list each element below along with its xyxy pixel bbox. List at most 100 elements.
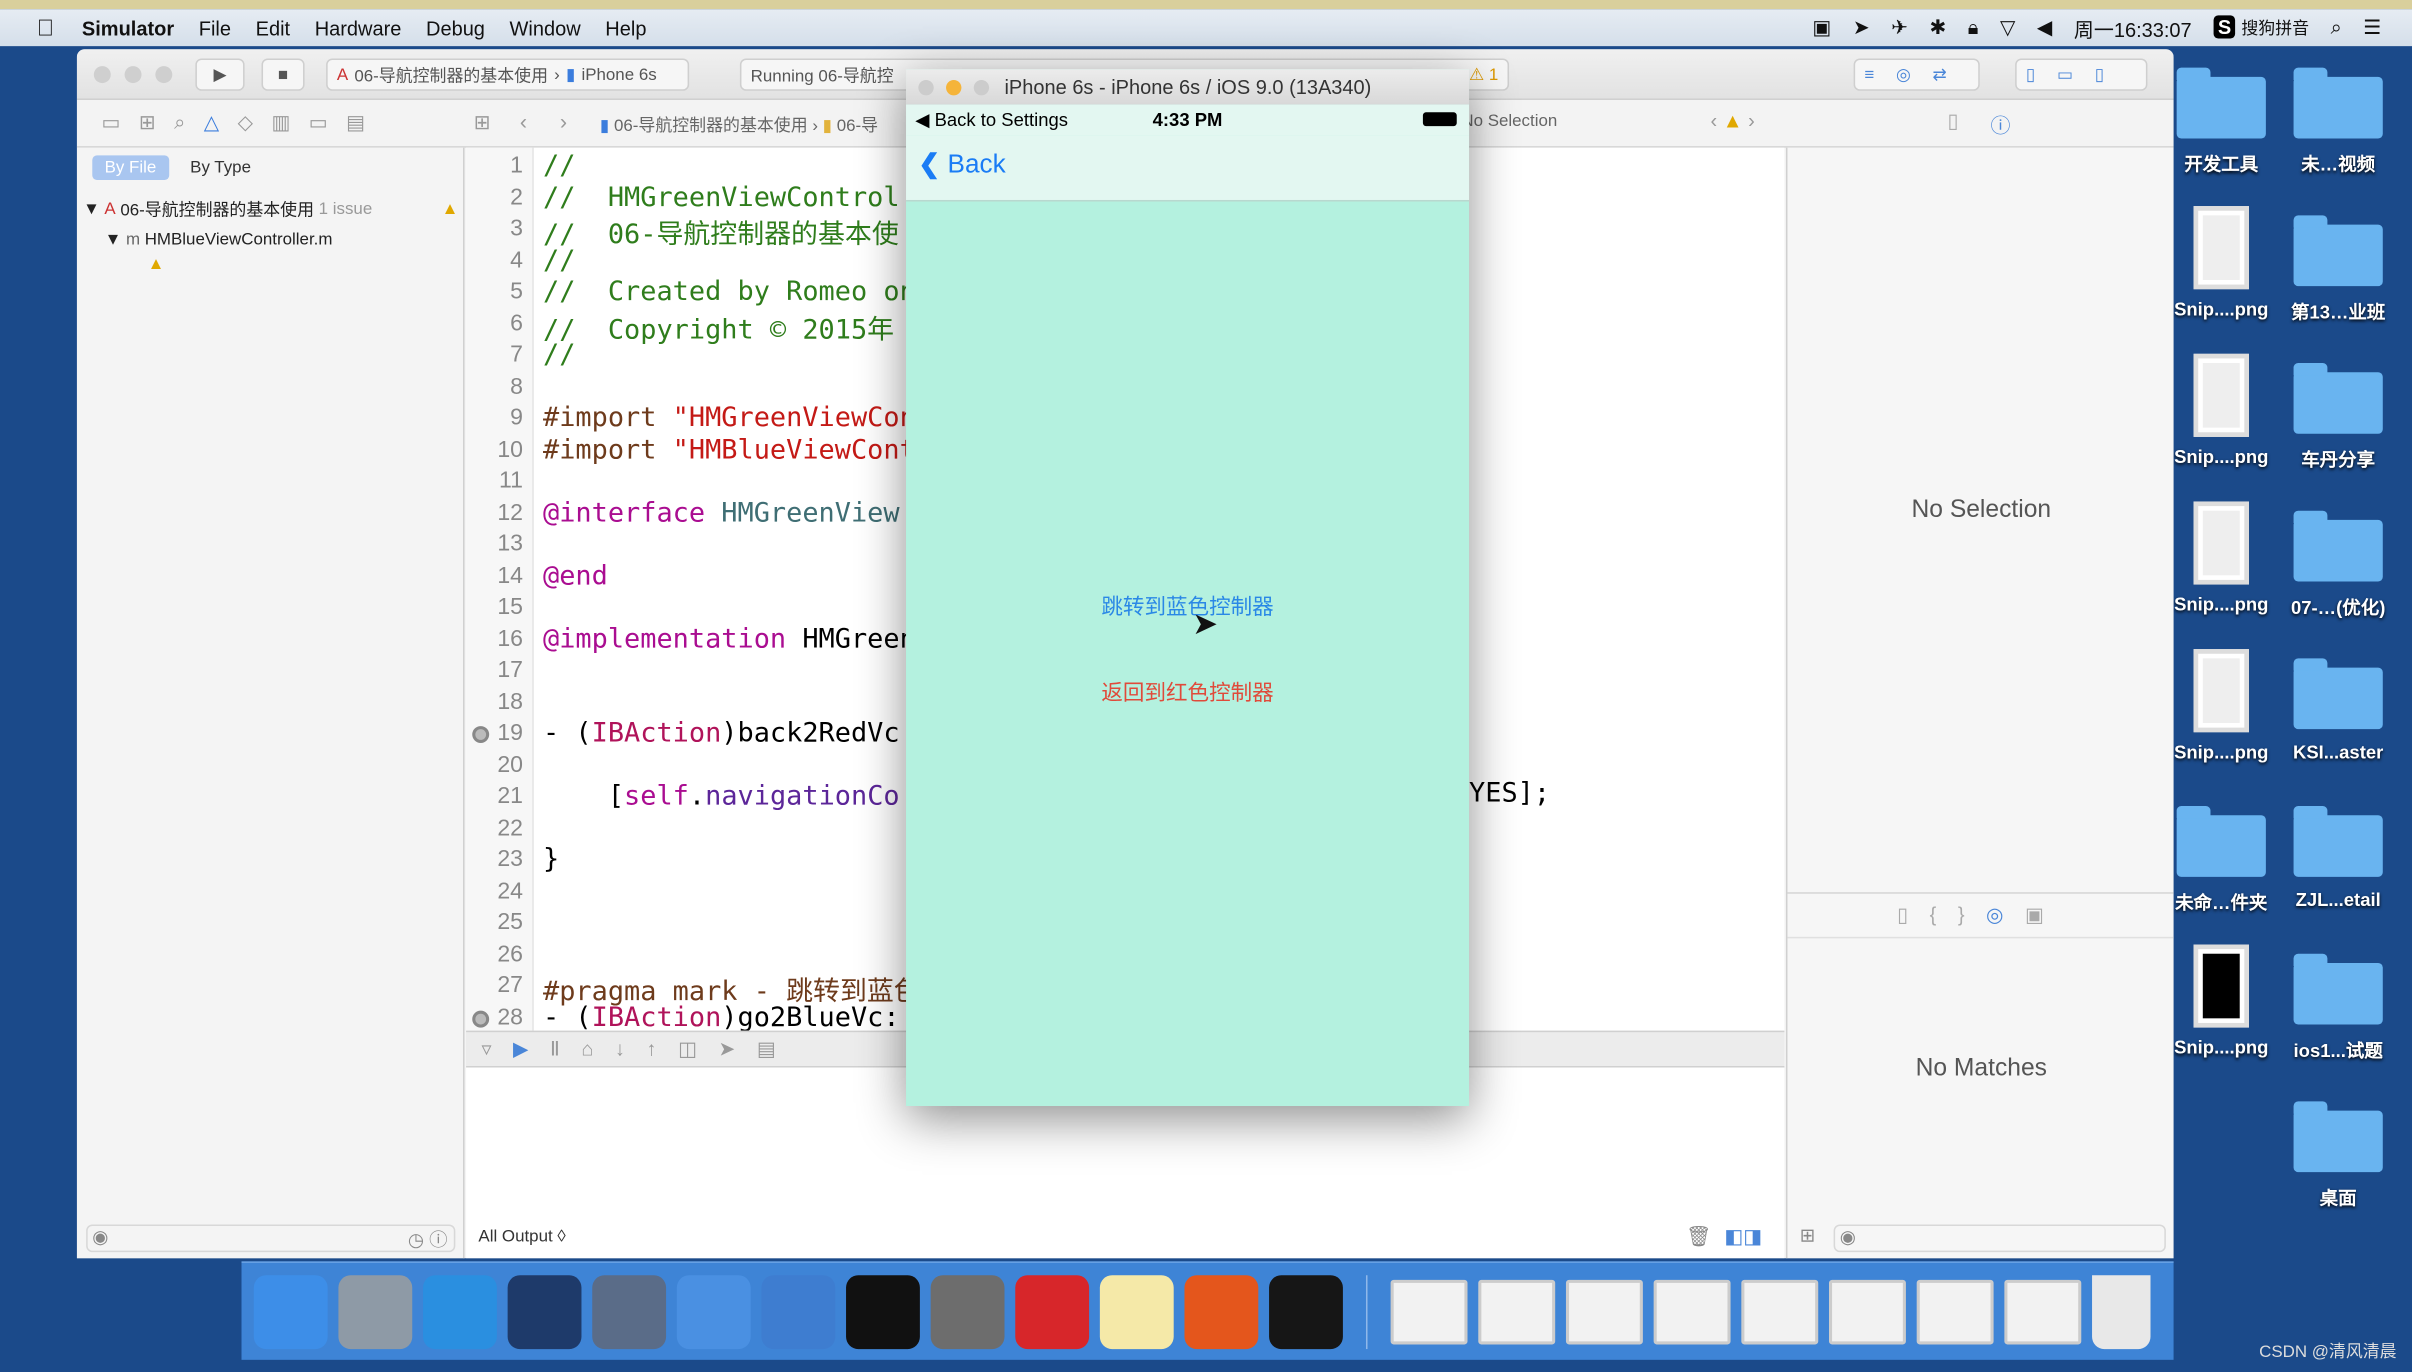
minimized-window-icon[interactable] [1829, 1279, 1906, 1344]
issue-nav-controls[interactable]: ‹ ▲ › [1711, 109, 1755, 132]
library-grid-toggle-icon[interactable]: ⊞ [1800, 1224, 1815, 1246]
instruments-icon[interactable] [761, 1274, 836, 1349]
desktop-item[interactable]: Snip....png [2161, 353, 2281, 468]
imovie-icon[interactable] [592, 1274, 667, 1349]
minimized-window-icon[interactable] [1916, 1279, 1994, 1344]
trash-icon[interactable] [2092, 1274, 2151, 1349]
run-button[interactable]: ▶ [195, 58, 245, 91]
lock-icon[interactable]: 🔒︎ [1968, 15, 1979, 40]
toggle-debug-icon[interactable]: ▭ [2057, 65, 2073, 84]
jump-folder[interactable]: 06-导 [837, 117, 878, 135]
library-filter-field[interactable]: ◉ [1833, 1224, 2166, 1253]
minimized-window-icon[interactable] [1478, 1279, 1556, 1344]
wifi-icon[interactable]: ▽ [2000, 15, 2015, 40]
desktop-item[interactable]: Snip....png [2161, 944, 2281, 1058]
desktop-item[interactable]: 07-…(优化) [2278, 501, 2398, 619]
system-preferences-icon[interactable] [930, 1274, 1005, 1349]
menu-help[interactable]: Help [605, 16, 646, 39]
back-red-button[interactable]: 返回到红色控制器 [906, 677, 1469, 708]
desktop-item[interactable]: 未…视频 [2278, 58, 2398, 176]
file-inspector-icon[interactable]: ▯ [1947, 109, 1958, 134]
close-button[interactable] [93, 66, 111, 84]
desktop-item[interactable]: KSI...aster [2278, 649, 2398, 763]
file-row[interactable]: ▼ m HMBlueViewController.m [83, 225, 458, 256]
trash-console-icon[interactable]: 🗑︎ [1686, 1224, 1711, 1249]
airplane-icon[interactable]: ✈ [1891, 15, 1908, 40]
recent-filter-icons[interactable]: ◷ ⓘ [408, 1226, 448, 1252]
menu-app[interactable]: Simulator [82, 16, 174, 39]
back-nav-icon[interactable]: ‹ [520, 109, 527, 134]
bluetooth-icon[interactable]: ✱ [1929, 15, 1946, 40]
desktop-item[interactable]: 车丹分享 [2278, 354, 2398, 472]
back-button[interactable]: ❮ Back [918, 149, 1005, 180]
desktop-item[interactable]: ios1...试题 [2278, 944, 2398, 1062]
project-row[interactable]: ▼ A 06-导航控制器的基本使用 1 issue ▲ [83, 194, 458, 225]
tab-by-type[interactable]: By Type [178, 155, 263, 180]
forward-nav-icon[interactable]: › [560, 109, 567, 134]
related-items-icon[interactable]: ⊞ [474, 111, 491, 136]
close-button[interactable] [918, 79, 934, 95]
desktop-item[interactable]: Snip....png [2161, 206, 2281, 320]
minimized-window-icon[interactable] [1741, 1279, 1819, 1344]
console-layout-icons[interactable]: ◧◨ [1724, 1224, 1762, 1249]
desktop-item[interactable]: Snip....png [2161, 649, 2281, 763]
minimized-window-icon[interactable] [1390, 1279, 1468, 1344]
menu-window[interactable]: Window [510, 16, 581, 39]
minimized-window-icon[interactable] [1565, 1279, 1643, 1344]
output-filter-popup[interactable]: All Output ◊ [478, 1228, 565, 1246]
launchpad-icon[interactable] [338, 1274, 413, 1349]
notes-icon[interactable] [1099, 1274, 1174, 1349]
tab-by-file[interactable]: By File [92, 155, 169, 180]
desktop-item[interactable]: ZJL...etail [2278, 797, 2398, 911]
spotlight-icon[interactable]: ⌕ [2331, 15, 2342, 40]
xcode-icon[interactable] [676, 1274, 751, 1349]
minimized-window-icon[interactable] [1653, 1279, 1731, 1344]
desktop-item[interactable]: Snip....png [2161, 501, 2281, 615]
menu-hardware[interactable]: Hardware [315, 16, 402, 39]
desktop-item[interactable]: 未命…件夹 [2161, 797, 2281, 915]
ibaction-connection-icon[interactable] [472, 1009, 490, 1027]
navigator-tabs[interactable]: ▭⊞⌕△◇▥▭▤ [102, 111, 384, 136]
powerpoint-like-icon[interactable] [1184, 1274, 1259, 1349]
disclosure-icon[interactable]: ▼ [83, 200, 100, 218]
minimized-window-icon[interactable] [2004, 1279, 2082, 1344]
notification-center-icon[interactable]: ☰ [2363, 15, 2381, 40]
desktop-item[interactable]: 开发工具 [2161, 58, 2281, 176]
debug-controls[interactable]: ▿▶Ⅱ⌂↓↑◫➤▤ [481, 1037, 797, 1062]
screen-record-icon[interactable]: ▣ [1812, 15, 1831, 40]
help-inspector-icon[interactable]: ⓘ [1991, 109, 2011, 138]
view-toggle-segment[interactable]: ▯ ▭ ▯ [2015, 58, 2148, 91]
finder-icon[interactable] [253, 1274, 328, 1349]
toggle-utilities-icon[interactable]: ▯ [2095, 65, 2104, 84]
ime-menu[interactable]: S 搜狗拼音 [2213, 15, 2309, 40]
terminal-icon[interactable] [846, 1274, 920, 1349]
desktop-item[interactable]: 桌面 [2278, 1092, 2398, 1210]
stop-button[interactable]: ■ [261, 58, 305, 91]
go-blue-button[interactable]: 跳转到蓝色控制器 [906, 591, 1469, 622]
location-icon[interactable]: ➤ [1853, 15, 1870, 40]
scheme-selector[interactable]: A 06-导航控制器的基本使用 › ▮ iPhone 6s [326, 58, 690, 91]
ibaction-connection-icon[interactable] [472, 726, 490, 743]
menu-debug[interactable]: Debug [426, 16, 485, 39]
volume-icon[interactable]: ◀ [2037, 15, 2052, 40]
clock[interactable]: 周一16:33:07 [2074, 13, 2192, 42]
jump-project[interactable]: 06-导航控制器的基本使用 [614, 117, 808, 135]
version-editor-icon[interactable]: ⇄ [1932, 65, 1946, 84]
assistant-editor-icon[interactable]: ◎ [1896, 65, 1911, 84]
warning-count[interactable]: ⚠ 1 [1469, 65, 1498, 84]
minimize-button[interactable] [124, 66, 142, 84]
library-tabs[interactable]: ▯{}◎▣ [1787, 892, 2174, 939]
minimize-button[interactable] [946, 79, 962, 95]
navigator-filter-field[interactable]: ◉ ◷ ⓘ [86, 1224, 456, 1253]
zoom-button[interactable] [155, 66, 173, 84]
editor-mode-segment[interactable]: ≡ ◎ ⇄ [1853, 58, 1980, 91]
zoom-button[interactable] [973, 79, 990, 95]
disclosure-icon[interactable]: ▼ [105, 231, 122, 249]
menu-edit[interactable]: Edit [256, 16, 290, 39]
standard-editor-icon[interactable]: ≡ [1864, 65, 1874, 83]
desktop-item[interactable]: 第13…业班 [2278, 206, 2398, 324]
xmind-icon[interactable] [1015, 1274, 1090, 1349]
mouse-icon[interactable] [507, 1274, 582, 1349]
jump-bar[interactable]: ▮ 06-导航控制器的基本使用 › ▮ 06-导 [600, 112, 878, 137]
apple-icon[interactable]:  [37, 15, 54, 41]
